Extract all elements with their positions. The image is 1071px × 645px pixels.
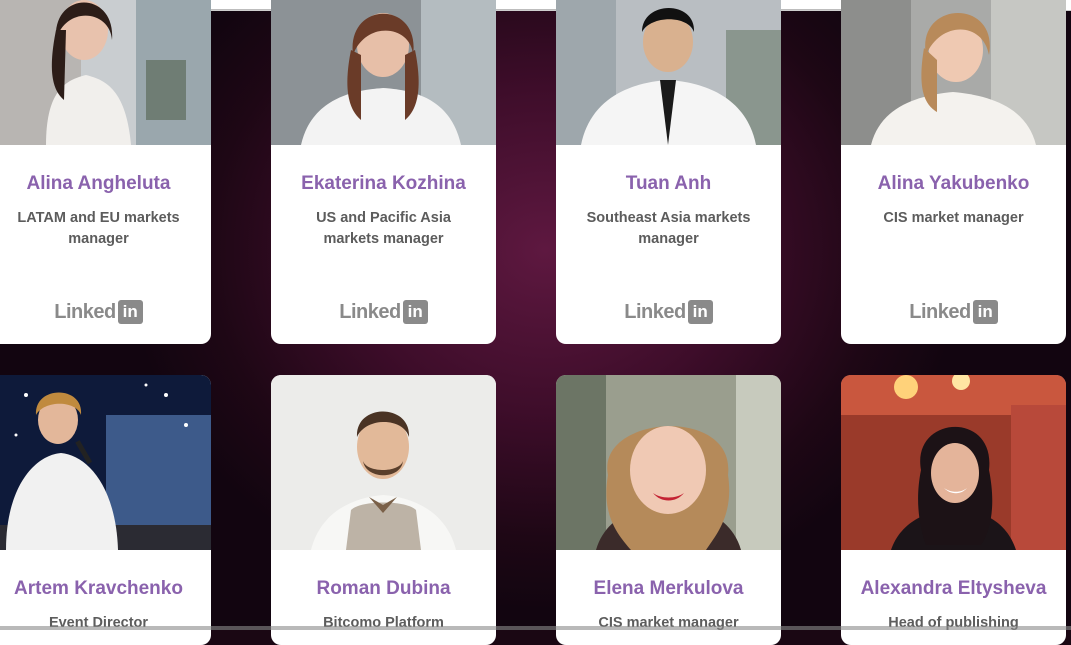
linkedin-link[interactable]: Linked in [556,299,781,325]
member-name: Tuan Anh [625,173,712,194]
linkedin-word: Linked [54,300,116,323]
linkedin-icon: in [402,300,428,324]
team-card: Ekaterina Kozhina US and Pacific Asia ma… [271,0,496,344]
team-card: Tuan Anh Southeast Asia markets manager … [556,0,781,344]
team-card: Alina Yakubenko CIS market manager Linke… [841,0,1066,344]
member-name: Alina Angheluta [26,173,171,194]
profile-photo [556,0,781,145]
member-role: Head of publishing [888,615,1019,631]
member-role: CIS market manager [598,615,739,631]
linkedin-icon: in [117,300,143,324]
linkedin-icon: in [972,300,998,324]
linkedin-icon: in [687,300,713,324]
profile-photo [841,375,1066,550]
profile-photo [271,0,496,145]
profile-photo [556,375,781,550]
member-role: US and Pacific Asia markets manager [316,210,451,247]
member-name: Alexandra Eltysheva [860,578,1047,599]
profile-photo [271,375,496,550]
linkedin-link[interactable]: Linked in [271,299,496,325]
team-card: Elena Merkulova CIS market manager [556,375,781,645]
linkedin-word: Linked [339,300,401,323]
member-role: Southeast Asia markets manager [586,210,751,247]
page-bottom-edge [0,626,1071,630]
linkedin-link[interactable]: Linked in [841,299,1066,325]
member-name: Artem Kravchenko [14,578,183,599]
member-name: Alina Yakubenko [877,173,1030,194]
member-name: Roman Dubina [316,578,451,599]
profile-photo [841,0,1066,145]
team-card: Alina Angheluta LATAM and EU markets man… [0,0,211,344]
linkedin-word: Linked [909,300,971,323]
member-role: CIS market manager [883,210,1024,226]
profile-photo [0,375,211,550]
profile-photo [0,0,211,145]
member-role: Bitcomo Platform [323,615,444,631]
member-role: Event Director [48,615,149,631]
member-name: Elena Merkulova [593,578,744,599]
member-name: Ekaterina Kozhina [301,173,466,194]
team-card: Roman Dubina Bitcomo Platform [271,375,496,645]
address-bar[interactable] [145,0,919,10]
linkedin-link[interactable]: Linked in [0,299,211,325]
team-card: Artem Kravchenko Event Director [0,375,211,645]
member-role: LATAM and EU markets manager [17,210,180,247]
team-card: Alexandra Eltysheva Head of publishing [841,375,1066,645]
linkedin-word: Linked [624,300,686,323]
